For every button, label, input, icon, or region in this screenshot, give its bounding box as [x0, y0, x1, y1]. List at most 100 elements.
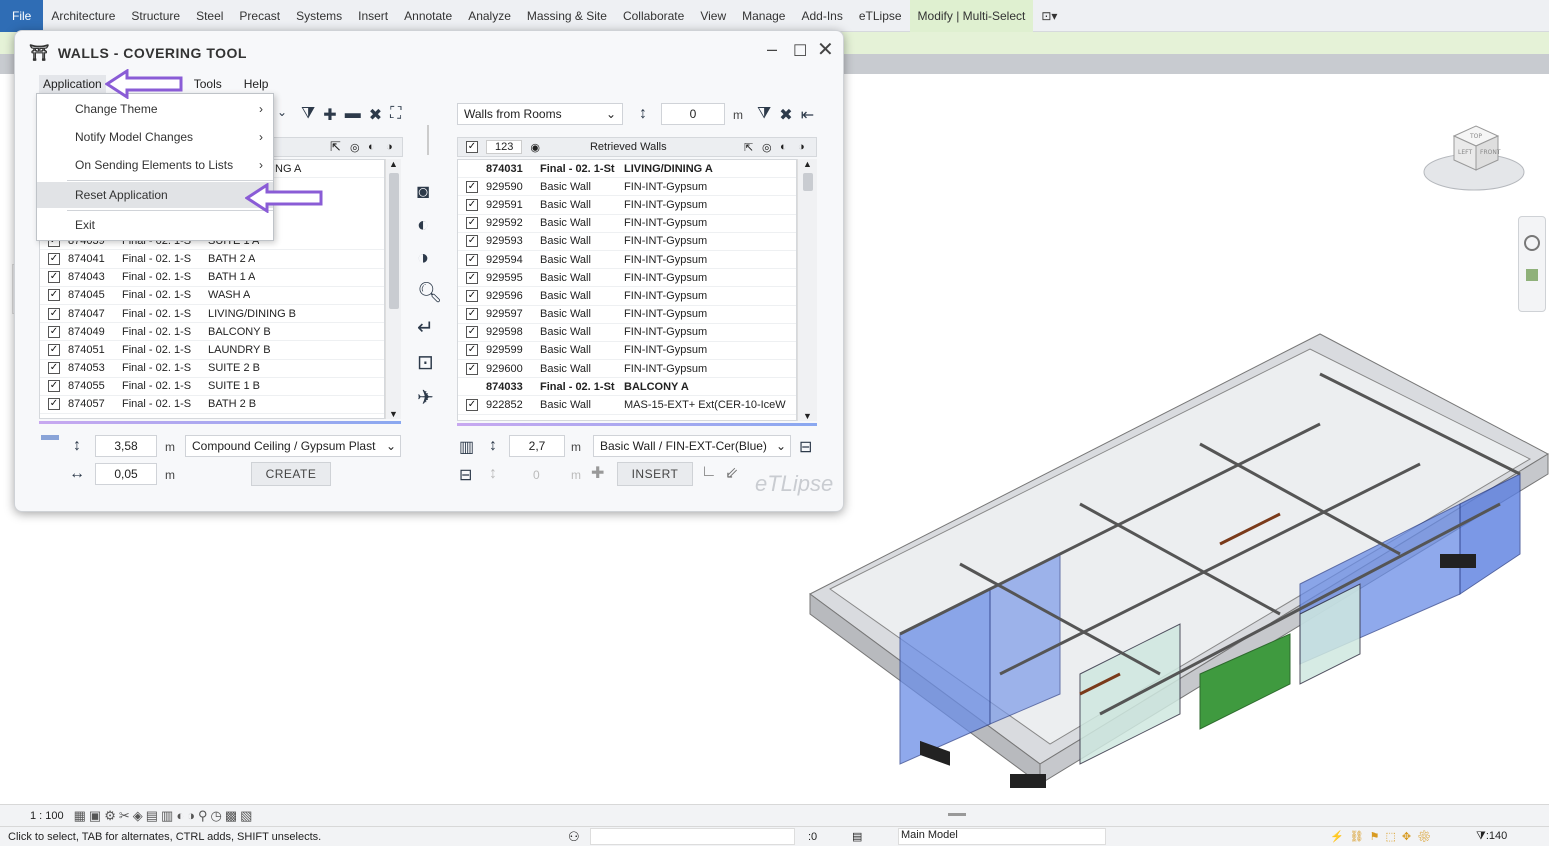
ribbon-tab-file[interactable]: File	[0, 0, 44, 32]
wall-top-icon[interactable]: ⊟	[459, 465, 472, 485]
list-item[interactable]: ✓ 929598 Basic Wall FIN-INT-Gypsum	[458, 324, 796, 342]
group-row[interactable]: 874033 Final - 02. 1-St BALCONY A	[458, 378, 796, 397]
list-item[interactable]: ✓ 929597 Basic Wall FIN-INT-Gypsum	[458, 306, 796, 324]
list-item[interactable]: ✓ 874041 Final - 02. 1-S BATH 2 A	[40, 250, 384, 269]
dropdown-chevron-icon[interactable]: ⌄	[277, 105, 287, 119]
add-icon[interactable]: ✚	[323, 105, 336, 125]
no-pin-icon[interactable]: ✈	[417, 385, 442, 410]
clear-icon[interactable]: ✖	[779, 105, 792, 125]
list-item[interactable]: ✓ 929592 Basic Wall FIN-INT-Gypsum	[458, 215, 796, 233]
ribbon-tab-etlipse[interactable]: eTLipse	[851, 0, 910, 32]
select-in-model-icon[interactable]: ⛶	[390, 105, 401, 125]
row-checkbox[interactable]: ✓	[466, 271, 478, 284]
quick-access-dropdown-icon[interactable]: ⊡▾	[1033, 0, 1065, 32]
list-item[interactable]: ✓ 929591 Basic Wall FIN-INT-Gypsum	[458, 196, 796, 215]
scroll-down-icon[interactable]: ▼	[389, 409, 398, 419]
walls-list[interactable]: 874031 Final - 02. 1-St LIVING/DINING A ✓ 92…	[457, 159, 797, 421]
collapse-icon[interactable]: ⇤	[801, 105, 814, 125]
list-item[interactable]: ✓ 929596 Basic Wall FIN-INT-Gypsum	[458, 287, 796, 306]
row-checkbox[interactable]: ✓	[466, 289, 478, 302]
menu-item-sending-elements[interactable]: On Sending Elements to Lists ›	[37, 152, 273, 178]
wall-type-select[interactable]: Basic Wall / FIN-EXT-Cer(Blue) ⌄	[593, 435, 791, 457]
close-icon[interactable]: ✕	[817, 37, 834, 62]
row-checkbox[interactable]: ✓	[48, 380, 60, 393]
menu-application[interactable]: Application	[39, 75, 106, 93]
list-item[interactable]: ✓ 929599 Basic Wall FIN-INT-Gypsum	[458, 342, 796, 361]
select-full-icon[interactable]: ◙	[417, 181, 442, 204]
scroll-up-icon[interactable]: ▲	[803, 159, 812, 169]
ribbon-tab-add-ins[interactable]: Add-Ins	[793, 0, 850, 32]
row-checkbox[interactable]: ✓	[48, 271, 60, 284]
resize-handle-icon[interactable]	[948, 813, 966, 816]
ribbon-tab-analyze[interactable]: Analyze	[460, 0, 519, 32]
focus-icon[interactable]: ⊡	[417, 350, 442, 375]
search-icon[interactable]: 🔍︎	[417, 280, 442, 305]
wall-height-input[interactable]: 2,7	[509, 435, 565, 457]
circle-half-icon[interactable]: ◐	[780, 141, 787, 153]
steering-wheel-icon[interactable]	[1524, 235, 1540, 251]
maximize-icon[interactable]: ☐	[793, 41, 807, 61]
circle-empty-icon[interactable]: ◑	[386, 141, 393, 153]
row-checkbox[interactable]: ✓	[466, 253, 478, 266]
circle-empty-icon[interactable]: ◑	[798, 141, 805, 153]
list-item[interactable]: ✓ 929600 Basic Wall FIN-INT-Gypsum	[458, 360, 796, 379]
scroll-down-icon[interactable]: ▼	[803, 411, 812, 421]
list-item[interactable]: ✓ 874047 Final - 02. 1-S LIVING/DINING B	[40, 305, 384, 324]
menu-item-reset-application[interactable]: Reset Application	[37, 182, 273, 208]
circle-half-icon[interactable]: ◐	[368, 141, 375, 153]
clear-icon[interactable]: ✖	[369, 105, 382, 125]
insert-button[interactable]: INSERT	[617, 462, 693, 486]
minimize-icon[interactable]: –	[767, 39, 777, 60]
filter-icon[interactable]: ⧩	[301, 105, 315, 125]
list-item[interactable]: ✓ 874045 Final - 02. 1-S WASH A	[40, 287, 384, 305]
ribbon-tab-manage[interactable]: Manage	[734, 0, 793, 32]
row-checkbox[interactable]: ✓	[466, 344, 478, 357]
view-control-icons[interactable]: ▦▣⚙✂◈▤▥◐◑⚲◷▩▧	[74, 808, 256, 824]
selection-filter-icons[interactable]: ⚡⛓⚑⬚✥⚙	[1330, 830, 1437, 843]
ceiling-type-select[interactable]: Compound Ceiling / Gypsum Plast ⌄	[185, 435, 401, 457]
row-checkbox[interactable]: ✓	[48, 307, 60, 320]
row-checkbox[interactable]: ✓	[466, 217, 478, 230]
ribbon-tab-precast[interactable]: Precast	[231, 0, 288, 32]
list-item[interactable]: ✓ 874053 Final - 02. 1-S SUITE 2 B	[40, 360, 384, 378]
list-item[interactable]: ✓ 874057 Final - 02. 1-S BATH 2 B	[40, 396, 384, 415]
select-all-checkbox[interactable]: ✓	[466, 141, 478, 153]
list-item[interactable]: ✓ 929593 Basic Wall FIN-INT-Gypsum	[458, 233, 796, 251]
viewcube-front[interactable]: FRONT	[1480, 149, 1501, 156]
refresh-icon[interactable]: ◉	[530, 141, 540, 154]
ribbon-tab-annotate[interactable]: Annotate	[396, 0, 460, 32]
ribbon-tab-insert[interactable]: Insert	[350, 0, 396, 32]
circle-select-icon[interactable]: ◎	[350, 141, 360, 154]
wall-base-icon[interactable]: ⊟	[799, 437, 812, 457]
viewcube-top[interactable]: TOP	[1469, 133, 1482, 140]
list-item[interactable]: ✓ 929595 Basic Wall FIN-INT-Gypsum	[458, 269, 796, 288]
select-other-half-icon[interactable]: ◑	[417, 247, 442, 270]
scroll-thumb[interactable]	[803, 173, 813, 191]
menu-item-change-theme[interactable]: Change Theme ›	[37, 96, 273, 122]
ribbon-tab-view[interactable]: View	[692, 0, 734, 32]
circle-select-icon[interactable]: ◎	[762, 141, 772, 154]
row-checkbox[interactable]: ✓	[48, 325, 60, 338]
row-checkbox[interactable]: ✓	[48, 289, 60, 302]
viewcube[interactable]: TOP LEFT FRONT	[1420, 114, 1528, 194]
ceiling-offset-input[interactable]: 0,05	[95, 463, 157, 485]
offset-input[interactable]: 0	[661, 103, 725, 125]
scroll-up-icon[interactable]: ▲	[389, 159, 398, 169]
menu-help[interactable]: Help	[240, 75, 273, 93]
menu-tools[interactable]: Tools	[190, 75, 226, 93]
filter-count[interactable]: ⧩:140	[1476, 830, 1507, 843]
list-item[interactable]: ✓ 874049 Final - 02. 1-S BALCONY B	[40, 323, 384, 342]
row-checkbox[interactable]: ✓	[48, 398, 60, 411]
list-item[interactable]: ✓ 874055 Final - 02. 1-S SUITE 1 B	[40, 378, 384, 396]
menu-item-notify-changes[interactable]: Notify Model Changes ›	[37, 124, 273, 150]
ribbon-tab-structure[interactable]: Structure	[123, 0, 188, 32]
row-checkbox[interactable]: ✓	[466, 362, 478, 375]
row-checkbox[interactable]: ✓	[466, 326, 478, 339]
row-checkbox[interactable]: ✓	[466, 235, 478, 248]
filter-icon[interactable]: ⧩	[757, 105, 771, 125]
left-list-scrollbar[interactable]: ▲ ▼	[385, 159, 401, 419]
ribbon-tab-collaborate[interactable]: Collaborate	[615, 0, 692, 32]
row-checkbox[interactable]: ✓	[48, 362, 60, 375]
navigation-bar[interactable]	[1518, 216, 1546, 312]
return-icon[interactable]: ↵	[417, 315, 442, 340]
